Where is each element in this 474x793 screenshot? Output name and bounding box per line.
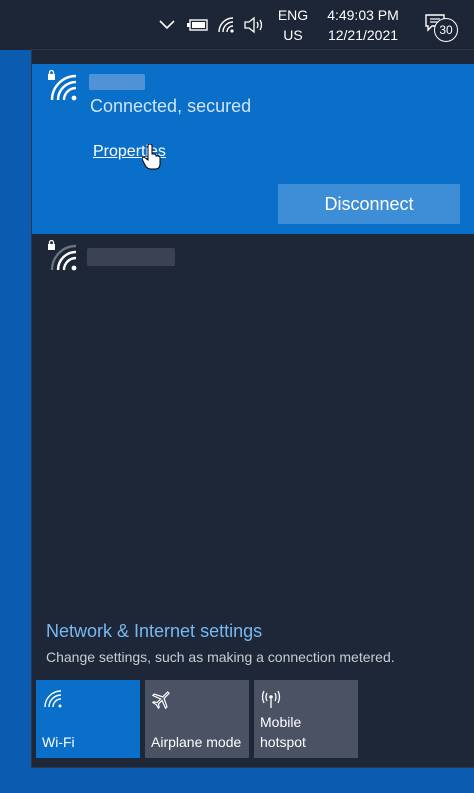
- connected-network-item[interactable]: Connected, secured Properties Disconnect: [32, 64, 474, 234]
- secured-wifi-weak-icon: [48, 240, 77, 271]
- settings-description: Change settings, such as making a connec…: [46, 649, 395, 665]
- notification-count-badge: 30: [434, 18, 458, 42]
- hotspot-icon: [261, 690, 281, 708]
- battery-icon[interactable]: [185, 0, 211, 50]
- clock[interactable]: 4:49:03 PM 12/21/2021: [318, 0, 408, 50]
- network-internet-settings-link[interactable]: Network & Internet settings: [46, 621, 262, 642]
- tile-label: Wi-Fi: [42, 734, 75, 750]
- available-network-item[interactable]: [32, 234, 474, 282]
- secured-wifi-icon: [48, 70, 77, 101]
- network-tray-icon[interactable]: [216, 0, 238, 50]
- airplane-mode-tile[interactable]: Airplane mode: [145, 680, 249, 758]
- taskbar: ENG US 4:49:03 PM 12/21/2021 30: [0, 0, 474, 50]
- connection-status: Connected, secured: [90, 96, 252, 116]
- action-center-button[interactable]: 30: [418, 0, 462, 50]
- clock-date: 12/21/2021: [327, 27, 399, 43]
- network-name-redacted: [89, 74, 145, 90]
- language-code: ENG: [277, 7, 309, 23]
- show-hidden-icons-chevron-icon[interactable]: [155, 0, 179, 50]
- network-flyout: Connected, secured Properties Disconnect…: [32, 50, 474, 767]
- tile-label: Airplane mode: [151, 734, 242, 750]
- disconnect-button[interactable]: Disconnect: [278, 184, 460, 224]
- network-name-redacted: [87, 248, 175, 266]
- clock-time: 4:49:03 PM: [327, 7, 399, 23]
- wifi-tile[interactable]: Wi-Fi: [36, 680, 140, 758]
- airplane-icon: [151, 691, 170, 710]
- volume-icon[interactable]: [242, 0, 266, 50]
- mobile-hotspot-tile[interactable]: Mobile hotspot: [254, 680, 358, 758]
- keyboard-region: US: [283, 27, 303, 43]
- quick-action-tiles: Wi-Fi Airplane mode Mobile hotspot: [36, 680, 474, 760]
- tile-label: Mobile hotspot: [260, 714, 306, 750]
- wifi-icon: [44, 690, 62, 708]
- hand-cursor-icon: [142, 144, 161, 170]
- input-language-indicator[interactable]: ENG US: [272, 0, 314, 50]
